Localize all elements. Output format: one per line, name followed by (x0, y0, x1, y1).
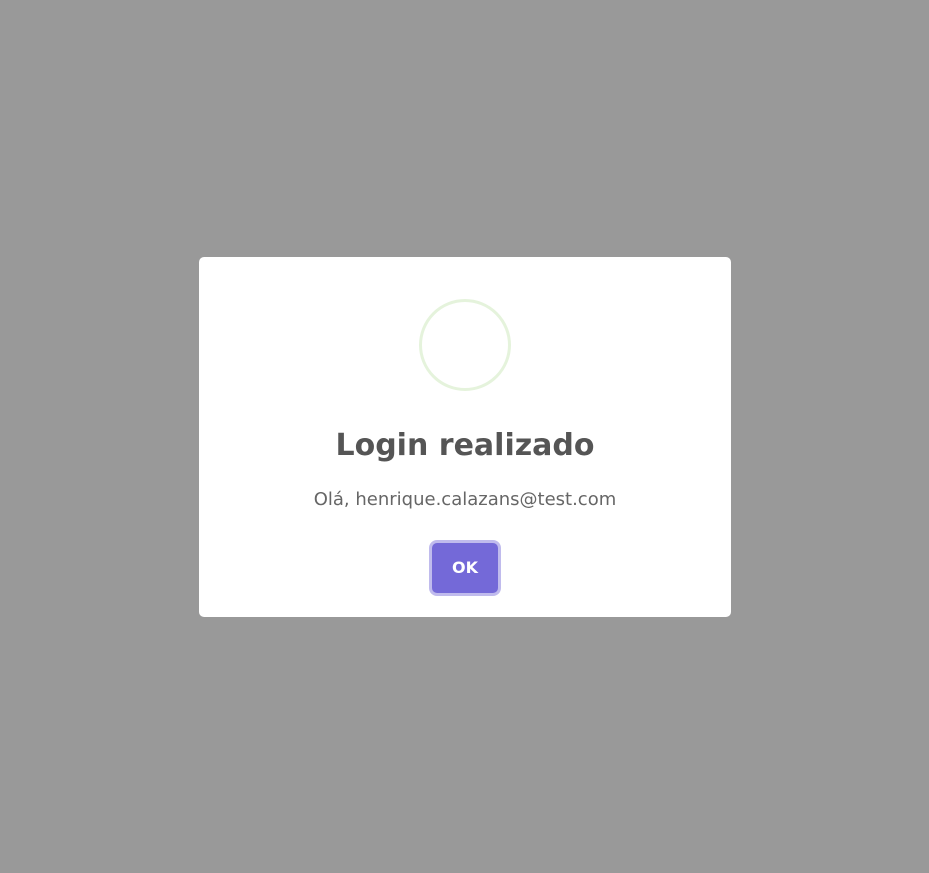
dialog-message: Olá, henrique.calazans@test.com (313, 489, 617, 510)
ok-button[interactable]: OK (432, 543, 498, 593)
login-success-dialog: Login realizado Olá, henrique.calazans@t… (199, 257, 731, 617)
dialog-title: Login realizado (335, 428, 595, 463)
success-icon (419, 299, 511, 391)
